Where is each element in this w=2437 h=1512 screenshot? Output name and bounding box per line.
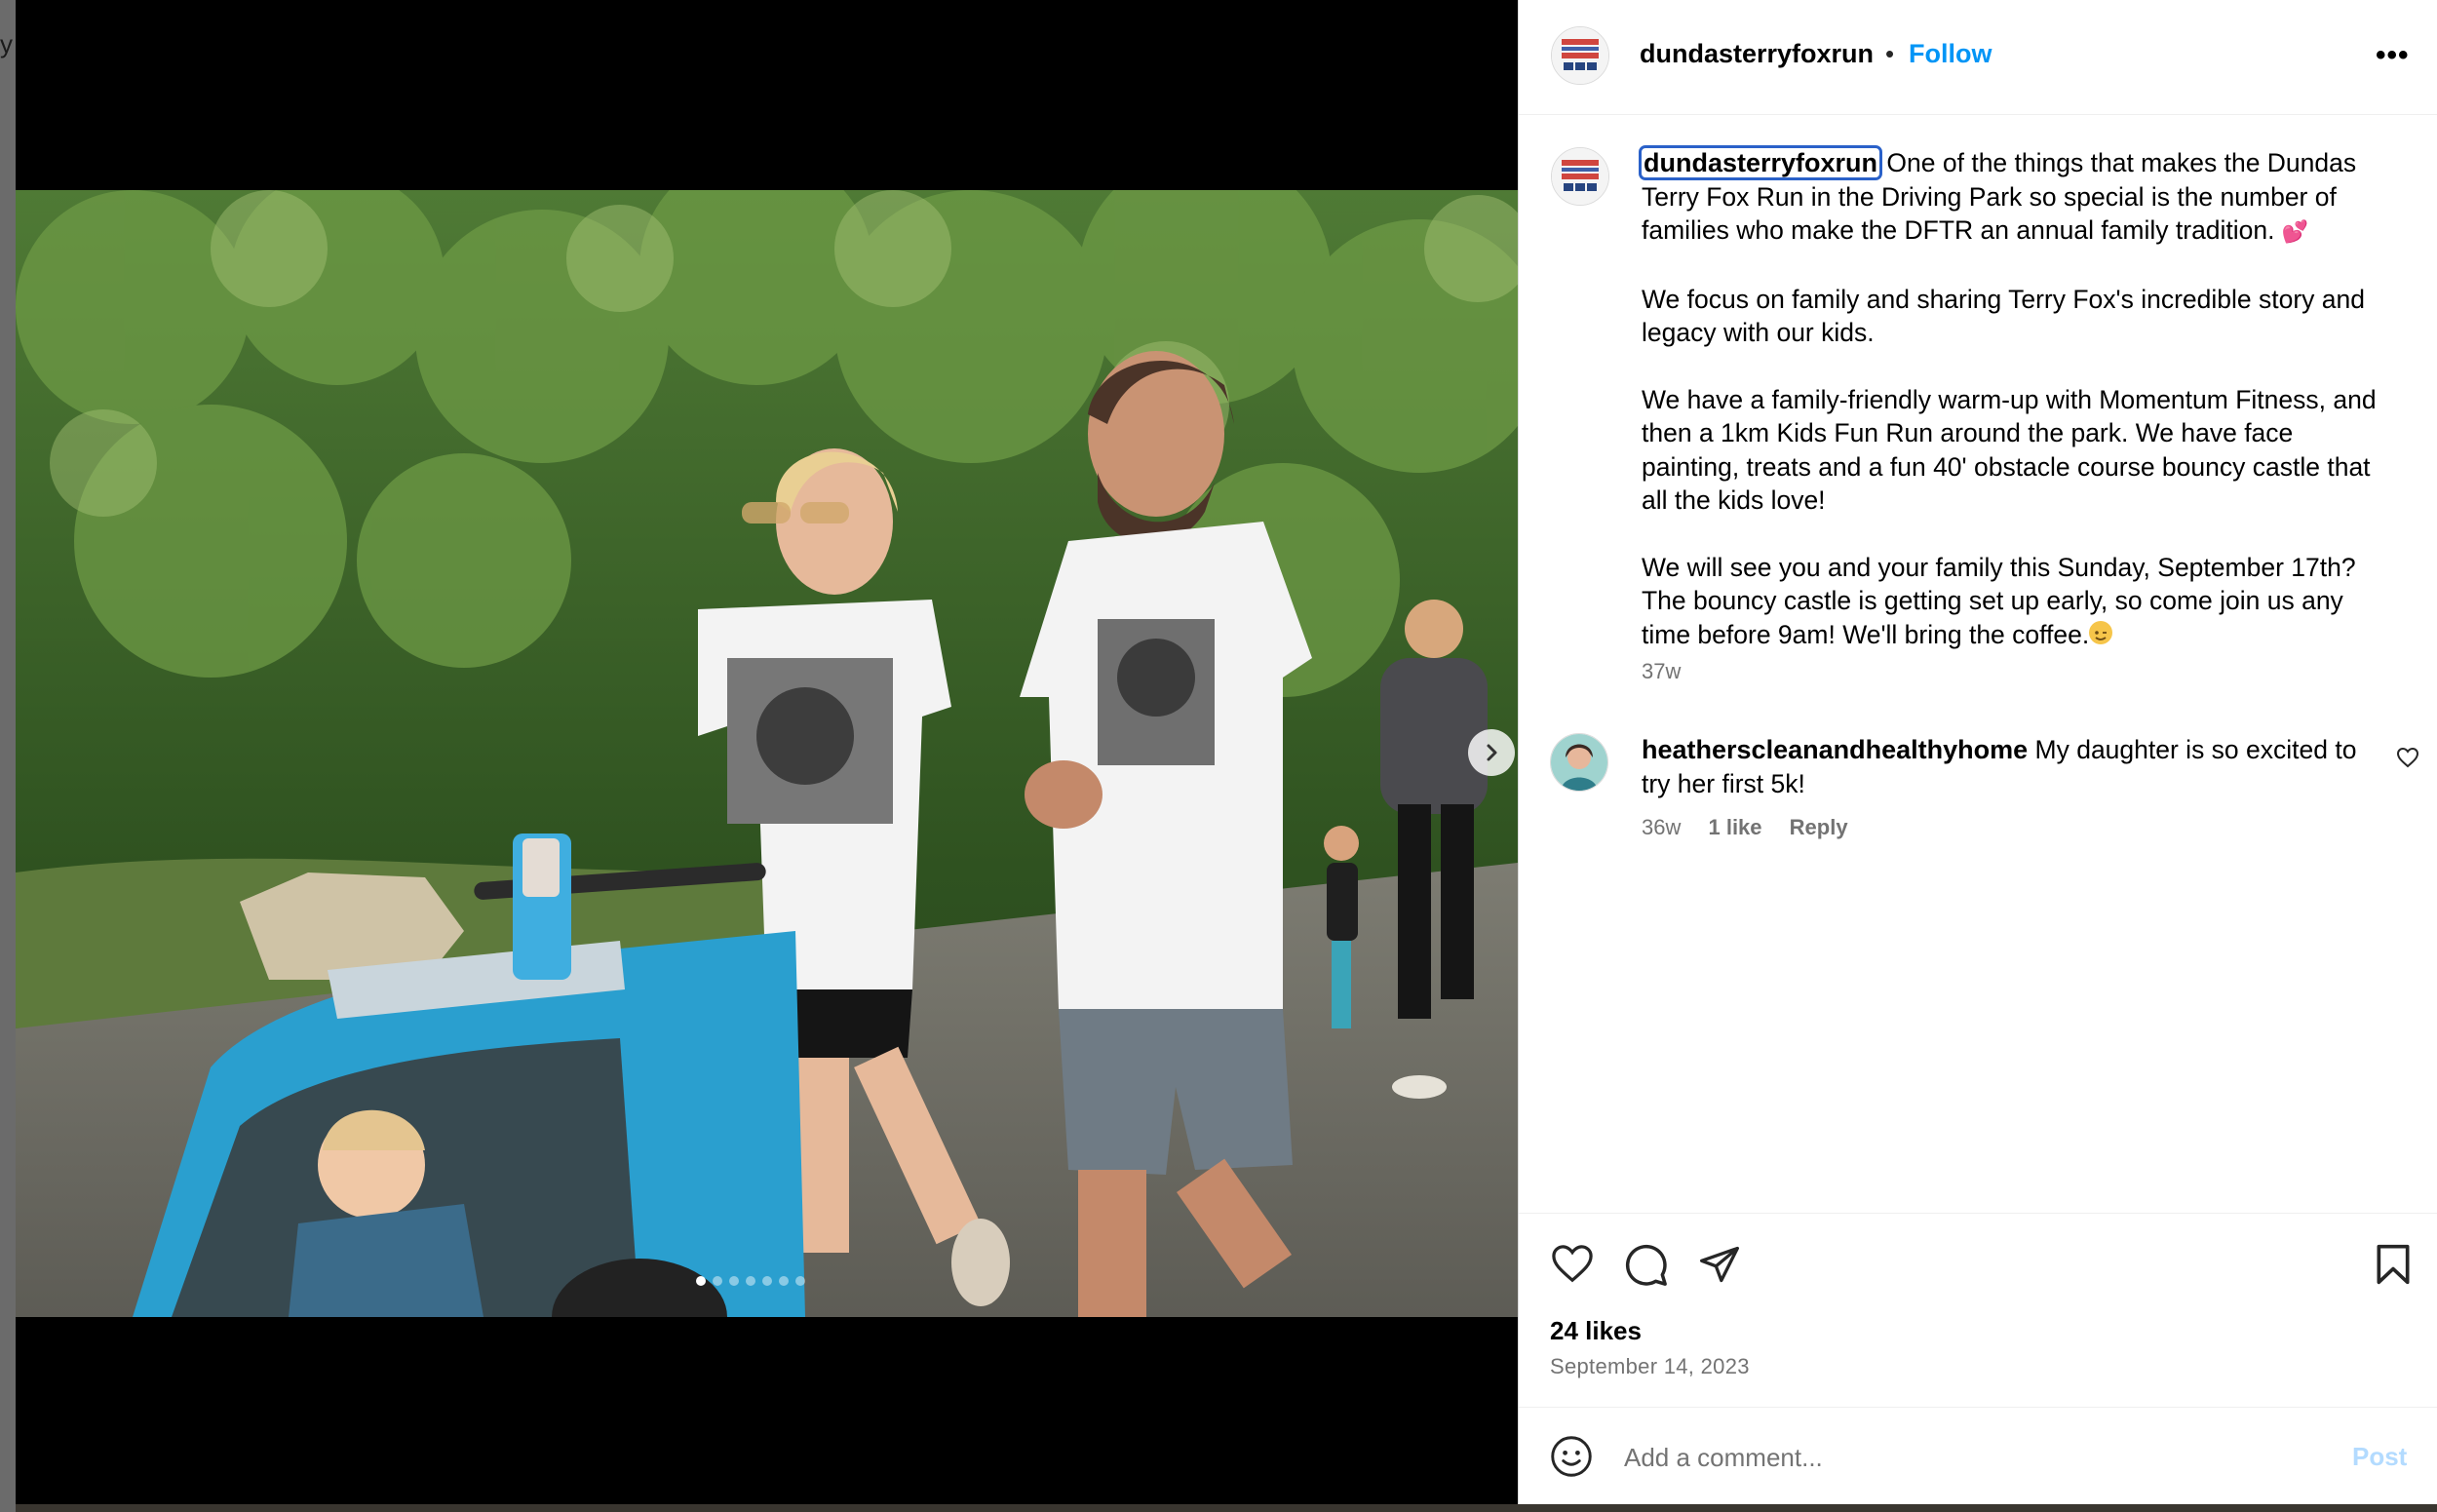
share-button[interactable] (1698, 1243, 1741, 1291)
likes-count[interactable]: 24 likes (1550, 1316, 1642, 1346)
post-actions: 24 likes September 14, 2023 (1519, 1213, 2437, 1412)
post-photo (16, 190, 1518, 1317)
caption-username[interactable]: dundasterryfoxrun (1638, 145, 1883, 180)
caption-text-4: We will see you and your family this Sun… (1642, 552, 2356, 649)
bookmark-icon (2377, 1244, 2410, 1285)
chevron-right-icon (1487, 744, 1497, 761)
commenter-photo (1551, 734, 1607, 791)
carousel-dot (762, 1276, 772, 1286)
more-options-button[interactable]: ••• (2376, 39, 2410, 72)
save-button[interactable] (2375, 1243, 2412, 1291)
background-text: y (0, 29, 13, 58)
carousel-indicator (696, 1276, 805, 1286)
comment-reply-button[interactable]: Reply (1790, 815, 1848, 839)
account-avatar[interactable] (1551, 26, 1609, 85)
account-logo-image (1552, 148, 1608, 205)
follow-button[interactable]: Follow (1909, 39, 1992, 69)
post-comment-button[interactable]: Post (2352, 1442, 2407, 1472)
carousel-dot (729, 1276, 739, 1286)
header-username[interactable]: dundasterryfoxrun (1640, 39, 1874, 69)
carousel-dot (713, 1276, 722, 1286)
post-header: dundasterryfoxrun • Follow ••• (1519, 0, 2437, 115)
emoji-picker-button[interactable] (1550, 1435, 1593, 1483)
photo-illustration (16, 190, 1518, 1317)
comment-timestamp[interactable]: 36w (1642, 815, 1681, 839)
heart-outline-icon (2396, 747, 2419, 768)
like-button[interactable] (1550, 1243, 1595, 1289)
caption-paragraph: We have a family-friendly warm-up with M… (1642, 383, 2382, 518)
carousel-next-button[interactable] (1468, 729, 1515, 776)
post-date[interactable]: September 14, 2023 (1550, 1354, 1750, 1379)
comment-input[interactable] (1622, 1437, 2289, 1478)
commenter-avatar[interactable] (1550, 733, 1608, 792)
comment-bubble-icon (1625, 1244, 1667, 1286)
background-bottom-strip (16, 1504, 2437, 1512)
background-page-edge: y (0, 0, 16, 1512)
caption-avatar[interactable] (1551, 147, 1609, 206)
post-caption: dundasterryfoxrun One of the things that… (1638, 145, 2382, 684)
caption-paragraph: dundasterryfoxrun One of the things that… (1638, 145, 2382, 250)
comment-body: heatherscleanandhealthyhome My daughter … (1642, 733, 2382, 800)
smiley-icon (1551, 1436, 1592, 1477)
commenter-username[interactable]: heatherscleanandhealthyhome (1642, 735, 2028, 764)
caption-text-3: We have a family-friendly warm-up with M… (1642, 384, 2377, 516)
comment-button[interactable] (1624, 1243, 1669, 1293)
header-separator: • (1885, 39, 1895, 68)
post-side-panel: dundasterryfoxrun • Follow ••• dundaster… (1518, 0, 2437, 1504)
caption-paragraph: We focus on family and sharing Terry Fox… (1642, 283, 2382, 350)
carousel-dot (696, 1276, 706, 1286)
comment-meta: 36w 1 like Reply (1642, 815, 1870, 840)
carousel-dot (779, 1276, 789, 1286)
carousel-dot (795, 1276, 805, 1286)
comment-like-button[interactable] (2396, 747, 2419, 773)
heart-outline-icon (1552, 1245, 1593, 1283)
paper-plane-icon (1700, 1246, 1739, 1283)
wink-emoji-icon (2089, 620, 2113, 644)
add-comment-bar: Post (1519, 1407, 2437, 1505)
account-logo-image (1552, 27, 1608, 84)
caption-paragraph: We will see you and your family this Sun… (1642, 551, 2382, 652)
two-hearts-emoji-icon: 💕 (2281, 219, 2309, 244)
comment-likes-count[interactable]: 1 like (1708, 815, 1761, 839)
caption-timestamp[interactable]: 37w (1642, 659, 1681, 684)
caption-text-2: We focus on family and sharing Terry Fox… (1642, 284, 2365, 348)
post-media (16, 0, 1518, 1504)
carousel-dot (746, 1276, 755, 1286)
